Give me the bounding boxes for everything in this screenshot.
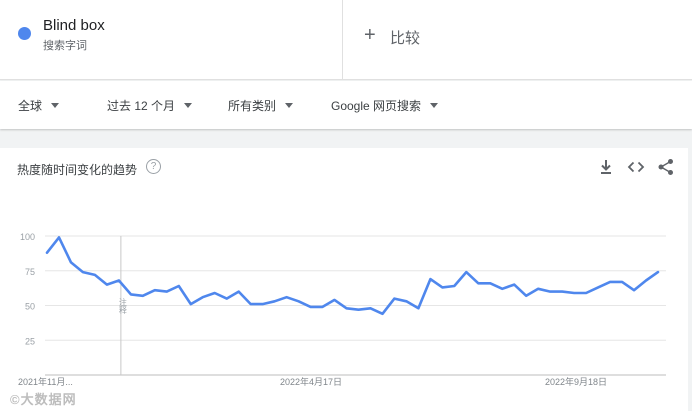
search-type-filter-label: Google 网页搜索 (331, 99, 422, 113)
y-tick-label: 50 (25, 302, 35, 312)
time-range-filter[interactable]: 过去 12 个月 (107, 97, 193, 114)
plus-icon: + (364, 24, 376, 46)
search-term-bar: Blind box 搜索字词 + 比较 (0, 0, 692, 80)
search-type-filter[interactable]: Google 网页搜索 (331, 97, 439, 114)
series-color-dot (18, 27, 31, 40)
search-term-card[interactable]: Blind box 搜索字词 (0, 0, 343, 80)
time-range-filter-label: 过去 12 个月 (107, 99, 176, 113)
trend-line-chart: 25 50 75 100 注释 2021年11月... 2022年4月17日 2022年9月1… (18, 232, 666, 387)
interest-over-time-card: 热度随时间变化的趋势 ? 25 50 75 100 注释 2021年11月... 2022年… (0, 148, 688, 411)
dropdown-caret-icon (285, 103, 294, 109)
category-filter[interactable]: 所有类别 (228, 97, 294, 114)
region-filter-label: 全球 (18, 99, 43, 113)
search-term-name[interactable]: Blind box (43, 17, 105, 34)
compare-button[interactable]: + 比较 (344, 0, 688, 80)
y-tick-label: 100 (20, 232, 35, 242)
filter-bar: 全球 过去 12 个月 所有类别 Google 网页搜索 (0, 81, 692, 129)
watermark: ©大数据网 (10, 392, 77, 407)
x-tick-label: 2021年11月... (18, 376, 73, 387)
region-filter[interactable]: 全球 (18, 97, 60, 114)
annotation-label: 注释 (118, 297, 127, 315)
y-tick-label: 75 (25, 267, 35, 277)
series-line (45, 236, 660, 316)
x-tick-label: 2022年4月17日 (280, 376, 342, 387)
dropdown-caret-icon (430, 103, 439, 109)
search-term-type: 搜索字词 (43, 40, 87, 52)
x-tick-label: 2022年9月18日 (545, 376, 607, 387)
dropdown-caret-icon (51, 103, 60, 109)
y-tick-label: 25 (25, 336, 35, 346)
dropdown-caret-icon (184, 103, 193, 109)
category-filter-label: 所有类别 (228, 99, 277, 113)
compare-label: 比较 (390, 30, 421, 47)
